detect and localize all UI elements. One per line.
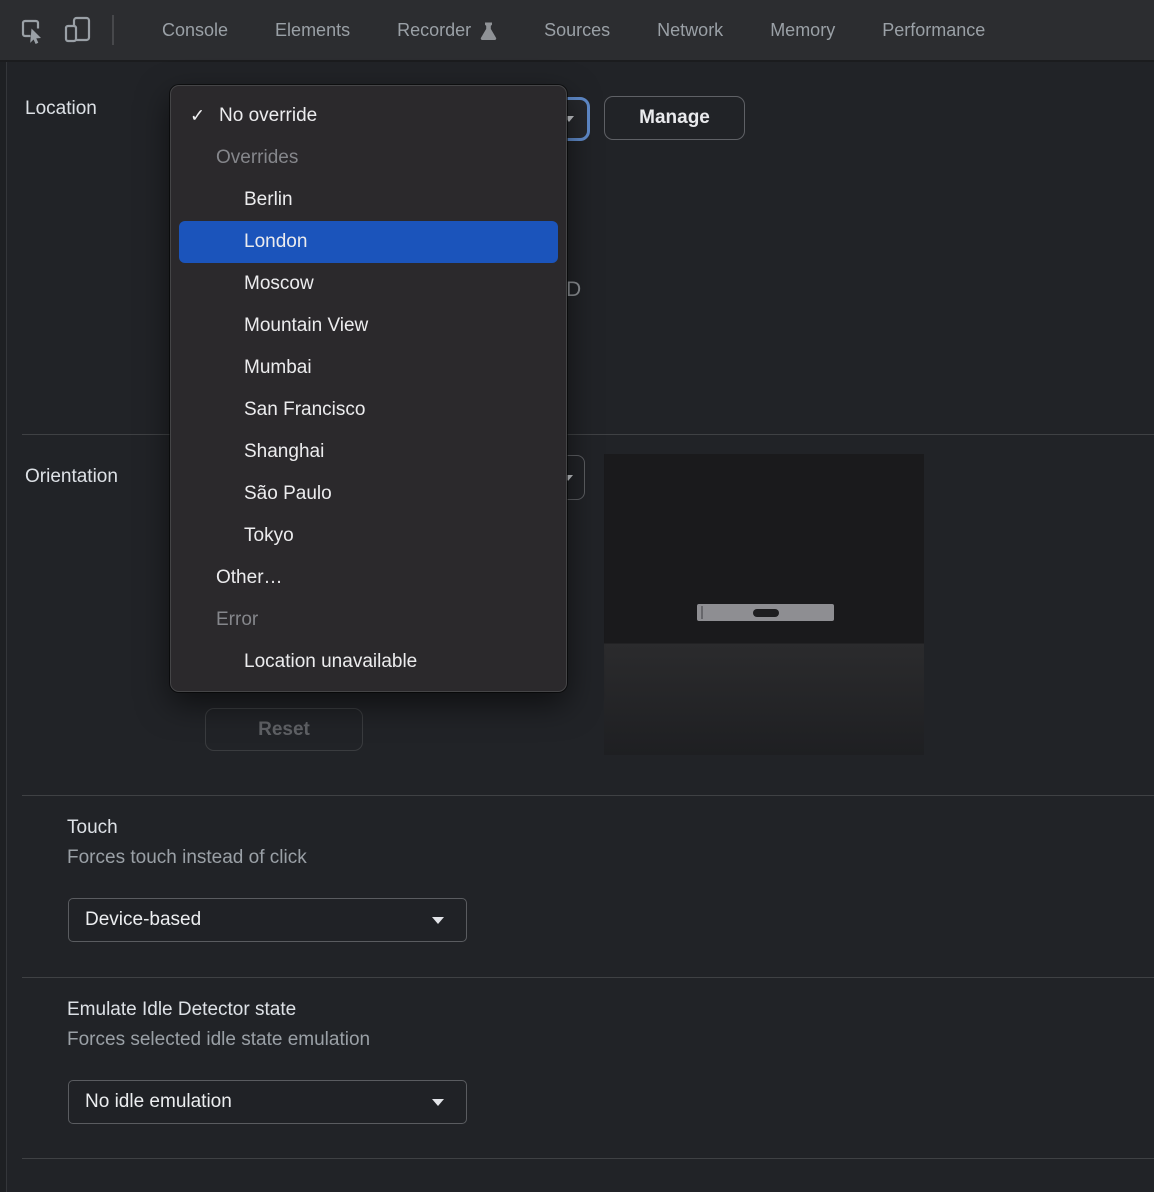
devtools-toolbar: Console Elements Recorder Sources Network Mem… (0, 0, 1154, 62)
device-toolbar-icon[interactable] (62, 14, 94, 46)
chevron-down-icon (432, 917, 444, 924)
idle-title: Emulate Idle Detector state (67, 999, 296, 1021)
section-divider (22, 1158, 1154, 1159)
tab-sources[interactable]: Sources (544, 20, 610, 41)
tab-label: Console (162, 20, 228, 41)
tab-performance[interactable]: Performance (882, 20, 985, 41)
tab-label: Recorder (397, 20, 471, 41)
menu-item-label: Mountain View (244, 315, 368, 337)
idle-description: Forces selected idle state emulation (67, 1029, 370, 1051)
orientation-device-preview[interactable] (604, 454, 924, 755)
toolbar-separator (112, 15, 114, 45)
tab-network[interactable]: Network (657, 20, 723, 41)
menu-item-label: San Francisco (244, 399, 365, 421)
menu-item-label: Error (216, 609, 258, 631)
inspect-element-icon[interactable] (16, 14, 48, 46)
panel-left-gutter (0, 62, 7, 1192)
section-divider (22, 795, 1154, 796)
menu-option-mountain-view[interactable]: Mountain View (179, 305, 558, 347)
idle-select[interactable]: No idle emulation (68, 1080, 467, 1124)
tab-label: Elements (275, 20, 350, 41)
menu-option-berlin[interactable]: Berlin (179, 179, 558, 221)
menu-item-label: Berlin (244, 189, 293, 211)
tab-recorder[interactable]: Recorder (397, 20, 497, 41)
tab-memory[interactable]: Memory (770, 20, 835, 41)
menu-item-label: São Paulo (244, 483, 332, 505)
touch-select-value: Device-based (85, 909, 201, 931)
checkmark-icon: ✓ (190, 106, 205, 127)
location-menu: ✓ No override Overrides Berlin London Moscow M… (170, 85, 567, 692)
section-divider (22, 977, 1154, 978)
obscured-text-fragment: D (566, 278, 581, 302)
menu-option-tokyo[interactable]: Tokyo (179, 515, 558, 557)
tab-label: Performance (882, 20, 985, 41)
reset-button[interactable]: Reset (205, 708, 363, 751)
menu-item-label: Tokyo (244, 525, 294, 547)
menu-item-label: No override (219, 105, 317, 127)
menu-item-label: Other… (216, 567, 283, 589)
menu-item-label: Moscow (244, 273, 314, 295)
menu-item-label: Mumbai (244, 357, 312, 379)
menu-option-mumbai[interactable]: Mumbai (179, 347, 558, 389)
toolbar-tabs: Console Elements Recorder Sources Network Mem… (162, 20, 985, 41)
menu-option-no-override[interactable]: ✓ No override (179, 95, 558, 137)
location-label: Location (25, 98, 97, 120)
touch-description: Forces touch instead of click (67, 847, 307, 869)
tab-elements[interactable]: Elements (275, 20, 350, 41)
menu-option-s-o-paulo[interactable]: São Paulo (179, 473, 558, 515)
menu-option-shanghai[interactable]: Shanghai (179, 431, 558, 473)
device-3d-model (697, 604, 834, 621)
menu-item-label: London (244, 231, 307, 253)
idle-select-value: No idle emulation (85, 1091, 232, 1113)
menu-option-location-unavailable[interactable]: Location unavailable (179, 641, 558, 683)
sensors-panel: Console Elements Recorder Sources Network Mem… (0, 0, 1154, 1192)
chevron-down-icon (432, 1099, 444, 1106)
menu-option-moscow[interactable]: Moscow (179, 263, 558, 305)
touch-select[interactable]: Device-based (68, 898, 467, 942)
tab-label: Memory (770, 20, 835, 41)
manage-button[interactable]: Manage (604, 96, 745, 140)
menu-group-overrides: Overrides (179, 137, 558, 179)
menu-option-other[interactable]: Other… (179, 557, 558, 599)
tab-label: Network (657, 20, 723, 41)
menu-item-label: Overrides (216, 147, 298, 169)
menu-item-label: Shanghai (244, 441, 324, 463)
flask-icon (480, 21, 497, 40)
device-camera-pill (753, 609, 779, 617)
menu-group-error: Error (179, 599, 558, 641)
menu-item-label: Location unavailable (244, 651, 417, 673)
tab-console[interactable]: Console (162, 20, 228, 41)
menu-option-london[interactable]: London (179, 221, 558, 263)
menu-option-san-francisco[interactable]: San Francisco (179, 389, 558, 431)
orientation-label: Orientation (25, 466, 118, 488)
touch-title: Touch (67, 817, 118, 839)
tab-label: Sources (544, 20, 610, 41)
